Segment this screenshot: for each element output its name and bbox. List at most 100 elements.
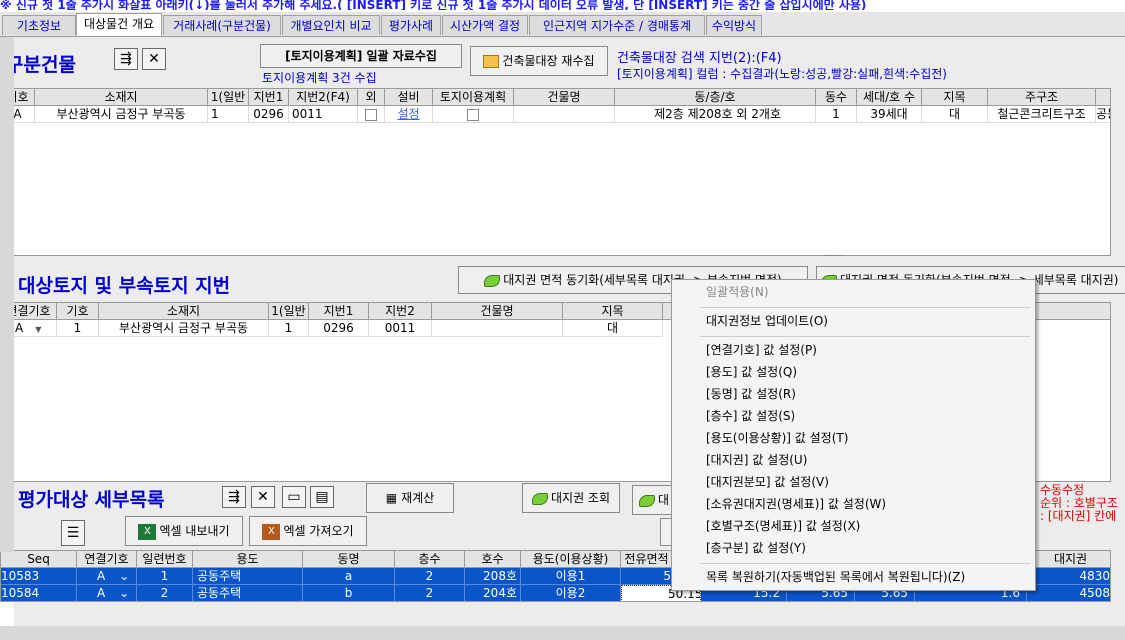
land-right-lookup-button-2[interactable]: 대 bbox=[632, 485, 672, 515]
units-grid[interactable]: 기호 소재지 1(일반 지번1 지번2(F4) 외 설비 토지이용계획 건물명 … bbox=[0, 88, 1111, 256]
units-col-header[interactable] bbox=[1096, 89, 1110, 106]
units-cell[interactable] bbox=[514, 106, 615, 123]
list-icon[interactable]: ☰ bbox=[61, 520, 85, 546]
land-cell[interactable] bbox=[432, 320, 563, 337]
detail-cell[interactable]: 공동주택 bbox=[193, 585, 303, 601]
land-col-header[interactable]: 기호 bbox=[57, 303, 99, 320]
land-plan-checkbox-cell[interactable] bbox=[433, 106, 514, 123]
units-cell[interactable]: 철근콘크리트구조 bbox=[988, 106, 1096, 123]
units-col-header[interactable]: 지목 bbox=[922, 89, 988, 106]
tab-subject-overview[interactable]: 대상물건 개요 bbox=[76, 13, 162, 36]
land-col-header[interactable]: 소재지 bbox=[99, 303, 269, 320]
units-cell[interactable]: 39세대 bbox=[857, 106, 922, 123]
units-cell[interactable]: 1 bbox=[816, 106, 857, 123]
land-right-lookup-button[interactable]: 대지권 조회 bbox=[522, 483, 620, 513]
detail-cell[interactable]: 10584 bbox=[1, 585, 77, 601]
tab-appraisal-cases[interactable]: 평가사례 bbox=[381, 15, 441, 35]
menu-item-set-land-right[interactable]: [대지권] 값 설정(U) bbox=[672, 450, 1035, 471]
detail-col-header[interactable]: 호수 bbox=[465, 551, 521, 568]
tree-add-icon[interactable]: ⇶ bbox=[114, 48, 138, 70]
detail-cell[interactable]: b bbox=[303, 585, 395, 601]
detail-cell[interactable]: 2 bbox=[137, 585, 193, 601]
units-cell[interactable]: 1 bbox=[208, 106, 249, 123]
delete-icon[interactable]: ✕ bbox=[142, 48, 166, 70]
menu-item-set-building-name[interactable]: [동명] 값 설정(R) bbox=[672, 384, 1035, 405]
units-col-header[interactable]: 세대/호 수 bbox=[857, 89, 922, 106]
units-col-header[interactable]: 1(일반 bbox=[208, 89, 249, 106]
units-col-header[interactable]: 동/층/호 bbox=[615, 89, 816, 106]
detail-cell[interactable]: 204호 bbox=[465, 585, 521, 601]
detail-cell[interactable]: 1 bbox=[137, 568, 193, 585]
units-col-header[interactable]: 주구조 bbox=[988, 89, 1096, 106]
units-cell[interactable]: 제2층 제208호 외 2개호 bbox=[615, 106, 816, 123]
detail-col-header[interactable]: 일련번호 bbox=[137, 551, 193, 568]
units-cell[interactable]: 공동주 bbox=[1096, 106, 1110, 123]
detail-col-header[interactable]: 대지권 bbox=[1027, 551, 1110, 568]
tab-factor-comparison[interactable]: 개별요인치 비교 bbox=[282, 15, 380, 35]
dropdown-arrow-icon[interactable]: ▼ bbox=[35, 325, 41, 334]
chevron-down-icon[interactable]: ⌄ bbox=[119, 586, 129, 600]
units-cell[interactable]: 대 bbox=[922, 106, 988, 123]
menu-item-bulk-apply[interactable]: 일괄적용(N) bbox=[672, 282, 1035, 303]
detail-cell[interactable]: 10583 bbox=[1, 568, 77, 585]
detail-cell[interactable]: 2 bbox=[395, 568, 465, 585]
detail-col-header[interactable]: 층수 bbox=[395, 551, 465, 568]
units-col-header[interactable]: 설비 bbox=[385, 89, 433, 106]
tab-basic-info[interactable]: 기초정보 bbox=[2, 15, 76, 35]
detail-col-header[interactable]: 용도(이용상황) bbox=[521, 551, 621, 568]
detail-col-header[interactable]: 용도 bbox=[193, 551, 303, 568]
column-layout-icon[interactable]: ▭ bbox=[282, 486, 306, 508]
units-col-header[interactable]: 지번1 bbox=[249, 89, 289, 106]
land-col-header[interactable]: 지목 bbox=[563, 303, 663, 320]
land-cell[interactable]: 1 bbox=[269, 320, 309, 337]
land-col-header[interactable]: 지번2 bbox=[369, 303, 432, 320]
outside-checkbox[interactable] bbox=[365, 108, 377, 121]
land-cell[interactable]: 0011 bbox=[369, 320, 432, 337]
land-plan-checkbox[interactable] bbox=[467, 108, 479, 121]
excel-export-button[interactable]: X 엑셀 내보내기 bbox=[125, 516, 243, 546]
detail-link-select[interactable]: A ⌄ bbox=[77, 568, 137, 585]
recollect-register-button[interactable]: 건축물대장 재수집 bbox=[470, 46, 608, 76]
tree-add-icon[interactable]: ⇶ bbox=[222, 486, 246, 508]
menu-item-set-land-right-denominator[interactable]: [대지권분모] 값 설정(V) bbox=[672, 472, 1035, 493]
detail-cell[interactable]: 이용1 bbox=[521, 568, 621, 585]
tab-price-decision[interactable]: 시산가액 결정 bbox=[442, 15, 528, 35]
land-cell[interactable]: 0296 bbox=[309, 320, 369, 337]
menu-item-set-unit-structure[interactable]: [호별구조(명세표)] 값 설정(X) bbox=[672, 516, 1035, 537]
detail-cell[interactable]: a bbox=[303, 568, 395, 585]
detail-col-header[interactable]: 연결기호 bbox=[77, 551, 137, 568]
detail-col-header[interactable]: 동명 bbox=[303, 551, 395, 568]
menu-item-set-ownership-land-right[interactable]: [소유권대지권(명세표)] 값 설정(W) bbox=[672, 494, 1035, 515]
land-cell[interactable]: 부산광역시 금정구 부곡동 bbox=[99, 320, 269, 337]
tab-land-price-auction[interactable]: 인근지역 지가수준 / 경매통계 bbox=[529, 15, 705, 35]
detail-cell[interactable]: 2 bbox=[395, 585, 465, 601]
excel-import-button[interactable]: X 엑셀 가져오기 bbox=[249, 516, 367, 546]
units-col-header[interactable]: 외 bbox=[358, 89, 385, 106]
units-col-header[interactable]: 지번2(F4) bbox=[289, 89, 358, 106]
menu-item-set-link-code[interactable]: [연결기호] 값 설정(P) bbox=[672, 340, 1035, 361]
menu-item-set-use-status[interactable]: [용도(이용상황)] 값 설정(T) bbox=[672, 428, 1035, 449]
menu-item-update-land-right[interactable]: 대지권정보 업데이트(O) bbox=[672, 311, 1035, 332]
detail-cell[interactable]: 5 bbox=[621, 568, 673, 585]
tab-transaction-cases[interactable]: 거래사례(구분건물) bbox=[163, 15, 281, 35]
menu-item-set-floor[interactable]: [층수] 값 설정(S) bbox=[672, 406, 1035, 427]
land-col-header[interactable]: 1(일반 bbox=[269, 303, 309, 320]
bulk-collect-button[interactable]: [토지이용계획] 일괄 자료수집 bbox=[260, 44, 462, 68]
units-col-header[interactable]: 토지이용계획 bbox=[433, 89, 514, 106]
recalculate-button[interactable]: ▦ 재계산 bbox=[366, 483, 454, 513]
row-layout-icon[interactable]: ▤ bbox=[310, 486, 334, 508]
detail-col-header[interactable]: 전유면적 bbox=[621, 551, 673, 568]
detail-cell[interactable]: 공동주택 bbox=[193, 568, 303, 585]
land-col-header[interactable]: 건물명 bbox=[432, 303, 563, 320]
menu-item-set-floor-type[interactable]: [층구분] 값 설정(Y) bbox=[672, 538, 1035, 559]
units-cell[interactable]: 0296 bbox=[249, 106, 289, 123]
detail-link-select[interactable]: A ⌄ bbox=[77, 585, 137, 601]
detail-cell[interactable]: 208호 bbox=[465, 568, 521, 585]
splitter-grip[interactable] bbox=[824, 255, 844, 258]
detail-cell[interactable]: 4508 bbox=[1027, 585, 1110, 601]
chevron-down-icon[interactable]: ⌄ bbox=[119, 569, 129, 583]
delete-icon[interactable]: ✕ bbox=[251, 486, 275, 508]
detail-col-header[interactable]: Seq bbox=[1, 551, 77, 568]
units-cell[interactable]: 0011 bbox=[289, 106, 358, 123]
land-cell[interactable]: 1 bbox=[57, 320, 99, 337]
